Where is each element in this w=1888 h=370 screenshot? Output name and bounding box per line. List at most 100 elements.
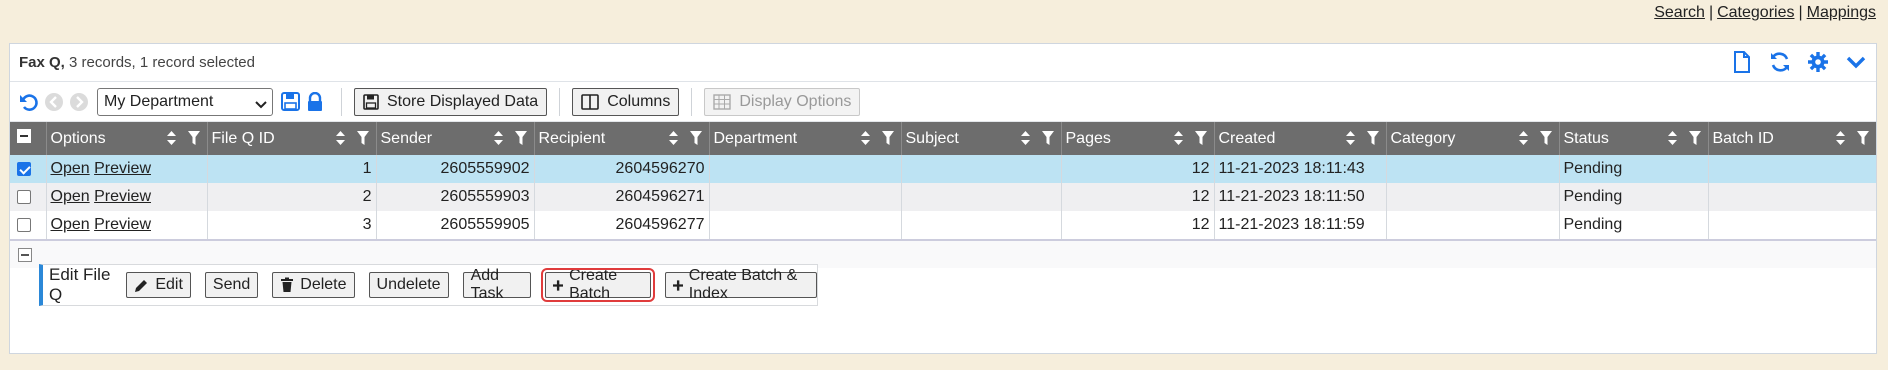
back-icon[interactable] — [43, 91, 65, 113]
edit-button[interactable]: Edit — [126, 272, 191, 298]
sort-icon[interactable] — [335, 130, 346, 146]
pages-cell: 12 — [1061, 155, 1215, 183]
filter-icon[interactable] — [1856, 130, 1870, 146]
subject-cell — [901, 183, 1062, 211]
toolbar: My Department Store Displayed Data Colum… — [10, 82, 1876, 122]
column-header[interactable]: Category — [1386, 122, 1560, 155]
save-icon — [363, 93, 379, 110]
forward-icon[interactable] — [68, 91, 90, 113]
gear-icon[interactable] — [1806, 50, 1830, 74]
table-row[interactable]: Open Preview 2 2605559903 2604596271 12 … — [10, 183, 1876, 211]
sort-icon[interactable] — [1345, 130, 1356, 146]
recipient-cell: 2604596271 — [534, 183, 710, 211]
refresh-icon[interactable] — [1768, 50, 1792, 74]
filter-icon[interactable] — [1688, 130, 1702, 146]
mappings-link[interactable]: Mappings — [1807, 4, 1876, 21]
columns-button[interactable]: Columns — [572, 87, 680, 116]
send-button[interactable]: Send — [204, 272, 259, 298]
column-header[interactable]: Sender — [376, 122, 535, 155]
select-all-checkbox[interactable] — [17, 129, 31, 143]
chevron-down-icon[interactable] — [1844, 50, 1868, 74]
preview-link[interactable]: Preview — [94, 188, 151, 205]
plus-icon — [672, 279, 683, 291]
filter-icon[interactable] — [514, 130, 528, 146]
add-task-button[interactable]: Add Task — [462, 267, 531, 302]
sort-icon[interactable] — [1173, 130, 1184, 146]
department-cell — [709, 183, 902, 211]
fax-q-table: Options File Q ID Sender Recipient Depar… — [10, 122, 1876, 239]
column-header[interactable]: Created — [1214, 122, 1387, 155]
file-q-id-cell: 1 — [207, 155, 377, 183]
row-checkbox[interactable] — [17, 161, 31, 176]
pages-cell: 12 — [1061, 183, 1215, 211]
create-batch-button[interactable]: Create Batch — [540, 267, 655, 302]
filter-icon[interactable] — [356, 130, 370, 146]
file-q-id-cell: 2 — [207, 183, 377, 211]
column-header[interactable]: Recipient — [534, 122, 710, 155]
collapse-icon[interactable] — [18, 247, 32, 262]
filter-icon[interactable] — [1366, 130, 1380, 146]
save-icon[interactable] — [279, 91, 301, 113]
subject-cell — [901, 211, 1062, 239]
recipient-cell: 2604596277 — [534, 211, 710, 239]
column-header[interactable]: Batch ID — [1708, 122, 1876, 155]
row-checkbox[interactable] — [17, 189, 31, 204]
column-header[interactable]: Pages — [1061, 122, 1215, 155]
category-cell — [1386, 155, 1560, 183]
filter-icon[interactable] — [689, 130, 703, 146]
column-header[interactable]: Subject — [901, 122, 1062, 155]
toolbar-divider — [341, 87, 342, 116]
search-link[interactable]: Search — [1654, 4, 1705, 21]
undo-icon[interactable] — [18, 91, 40, 113]
status-cell: Pending — [1559, 155, 1709, 183]
display-options-button[interactable]: Display Options — [704, 87, 861, 116]
sort-icon[interactable] — [166, 130, 177, 146]
actions-label: Edit File Q — [49, 265, 111, 304]
lock-icon[interactable] — [304, 91, 326, 113]
new-document-icon[interactable] — [1730, 50, 1754, 74]
filter-icon[interactable] — [1041, 130, 1055, 146]
batch-id-cell — [1708, 183, 1876, 211]
store-displayed-data-button[interactable]: Store Displayed Data — [354, 87, 548, 116]
sender-cell: 2605559905 — [376, 211, 535, 239]
filter-icon[interactable] — [1194, 130, 1208, 146]
filter-icon[interactable] — [881, 130, 895, 146]
sort-icon[interactable] — [860, 130, 871, 146]
batch-id-cell — [1708, 211, 1876, 239]
preview-link[interactable]: Preview — [94, 160, 151, 177]
trash-icon — [281, 277, 294, 292]
sort-icon[interactable] — [1020, 130, 1031, 146]
status-cell: Pending — [1559, 211, 1709, 239]
open-link[interactable]: Open — [51, 188, 90, 205]
select-all-header[interactable] — [10, 122, 47, 155]
preview-link[interactable]: Preview — [94, 216, 151, 233]
department-cell — [709, 155, 902, 183]
chevron-down-icon — [255, 97, 267, 115]
table-row[interactable]: Open Preview 1 2605559902 2604596270 12 … — [10, 155, 1876, 183]
row-checkbox[interactable] — [17, 217, 31, 232]
file-q-id-cell: 3 — [207, 211, 377, 239]
toolbar-divider — [691, 87, 693, 116]
panel-title: Fax Q, 3 records, 1 record selected — [19, 54, 255, 71]
column-header[interactable]: Options — [46, 122, 208, 155]
table-row[interactable]: Open Preview 3 2605559905 2604596277 12 … — [10, 211, 1876, 239]
sort-icon[interactable] — [1518, 130, 1529, 146]
column-header[interactable]: File Q ID — [207, 122, 377, 155]
top-links: Search | Categories | Mappings — [1654, 4, 1876, 21]
undelete-button[interactable]: Undelete — [368, 272, 449, 298]
sender-cell: 2605559902 — [376, 155, 535, 183]
filter-icon[interactable] — [187, 130, 201, 146]
sort-icon[interactable] — [668, 130, 679, 146]
column-header[interactable]: Status — [1559, 122, 1709, 155]
sort-icon[interactable] — [1667, 130, 1678, 146]
department-select[interactable]: My Department — [97, 87, 273, 116]
open-link[interactable]: Open — [51, 160, 90, 177]
create-batch-and-index-button[interactable]: Create Batch & Index — [664, 267, 817, 302]
column-header[interactable]: Department — [709, 122, 902, 155]
open-link[interactable]: Open — [51, 216, 90, 233]
sort-icon[interactable] — [1835, 130, 1846, 146]
delete-button[interactable]: Delete — [272, 272, 355, 298]
sort-icon[interactable] — [493, 130, 504, 146]
categories-link[interactable]: Categories — [1717, 4, 1794, 21]
filter-icon[interactable] — [1539, 130, 1553, 146]
